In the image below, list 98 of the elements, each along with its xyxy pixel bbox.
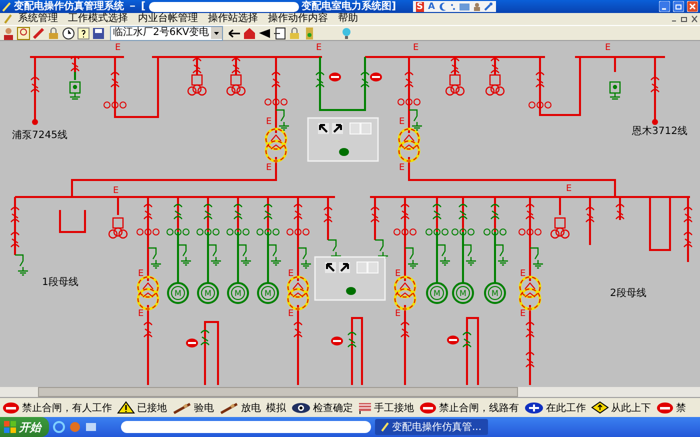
minimize-icon[interactable]	[659, 1, 670, 12]
tester-pole-icon	[219, 402, 239, 414]
legend-button[interactable]: 验电	[172, 400, 214, 414]
caret-icon	[211, 27, 222, 39]
legend-button[interactable]: 放电	[219, 400, 261, 414]
close-icon[interactable]	[687, 1, 698, 12]
menu-item[interactable]: 帮助	[334, 13, 362, 25]
legend-button[interactable]: 禁	[656, 400, 686, 414]
legend-button[interactable]: 手工接地	[358, 400, 414, 414]
bus-mark: E	[266, 163, 272, 173]
prohibit-sign-icon[interactable]	[447, 336, 459, 344]
window-title: 变配电室电力系统图]	[302, 0, 396, 12]
menu-item[interactable]: 工作模式选择	[64, 13, 132, 25]
tester-pole-icon	[172, 402, 192, 414]
menu-item[interactable]: 系统管理	[14, 13, 62, 25]
line-label: 恩木3712线	[632, 126, 688, 137]
bus-mark: E	[399, 117, 405, 127]
bus-mark: E	[395, 309, 401, 319]
bus-mark: E	[288, 309, 294, 319]
ime-key[interactable]: A	[427, 2, 436, 12]
arrow-button-icon[interactable]	[318, 123, 329, 134]
bus-mark: E	[520, 309, 526, 319]
bus-mark: E	[413, 43, 419, 53]
bus-mark: E	[115, 43, 121, 53]
wrench-icon[interactable]	[484, 2, 493, 11]
eye-icon	[291, 402, 311, 414]
menu-item[interactable]: 操作动作内容	[264, 13, 332, 25]
bus-mark: E	[138, 269, 144, 279]
station-dropdown[interactable]: 临江水厂2号6KV变电	[110, 26, 224, 40]
warning-sign-icon	[117, 401, 135, 414]
bus-mark: E	[113, 186, 119, 196]
bus-mark: E	[399, 163, 405, 173]
bus-label: 1段母线	[42, 277, 78, 288]
menu-item[interactable]: 内业台帐管理	[134, 13, 202, 25]
lock-icon[interactable]	[288, 26, 302, 40]
scroll-thumb[interactable]	[38, 387, 518, 397]
arrow-button-icon[interactable]	[325, 262, 336, 273]
bus-mark: E	[316, 43, 322, 53]
motor-symbol: M	[452, 282, 474, 304]
bus-mark: E	[520, 269, 526, 279]
bus-mark: E	[566, 184, 572, 194]
bus-mark: E	[266, 117, 272, 127]
window-title: 变配电操作仿真管理系统 － [	[14, 0, 146, 12]
help-icon[interactable]	[77, 26, 90, 40]
motor-symbol: M	[227, 282, 249, 304]
bus-mark: E	[288, 269, 294, 279]
pencil-icon[interactable]	[32, 26, 45, 40]
browser-icon[interactable]	[53, 421, 65, 433]
dots-icon[interactable]	[450, 2, 456, 11]
motor-symbol: M	[426, 282, 448, 304]
pencil-icon	[381, 422, 389, 432]
close-icon[interactable]	[690, 15, 700, 23]
work-here-sign-icon	[524, 402, 544, 414]
legend-button[interactable]: 禁止合闸，线路有	[419, 400, 519, 414]
bus-mark: E	[138, 309, 144, 319]
arrow-button-icon[interactable]	[332, 123, 343, 134]
legend-button[interactable]: 模拟	[266, 400, 286, 414]
bus-label: 2段母线	[610, 288, 646, 299]
scroll-bar[interactable]	[0, 387, 700, 397]
moon-icon[interactable]	[439, 2, 447, 11]
exit-icon[interactable]	[273, 26, 286, 40]
grounding-flag-icon	[358, 402, 372, 414]
status-lamp-icon	[346, 287, 356, 295]
prohibit-sign-icon[interactable]	[186, 338, 198, 348]
prohibit-sign-icon[interactable]	[329, 72, 341, 82]
line-label: 浦泵7245线	[12, 130, 68, 141]
save-icon[interactable]	[92, 26, 105, 40]
status-lamp-icon	[339, 148, 349, 156]
legend-button[interactable]: 检查确定	[291, 400, 353, 414]
desktop-icon[interactable]	[85, 421, 97, 433]
prohibit-sign-icon	[419, 402, 437, 414]
restore-icon[interactable]	[673, 1, 684, 12]
lightbulb-icon[interactable]	[340, 26, 354, 40]
legend-button[interactable]: 从此上下	[591, 400, 651, 414]
arrow-left-icon[interactable]	[228, 26, 242, 40]
prohibit-sign-icon	[656, 402, 674, 414]
menu-item[interactable]: 操作站选择	[204, 13, 262, 25]
start-button[interactable]: 开始	[0, 417, 49, 437]
bus-mark: E	[395, 269, 401, 279]
windows-logo-icon	[4, 421, 16, 433]
motor-symbol: M	[167, 282, 189, 304]
prohibit-sign-icon	[2, 402, 20, 414]
legend-button[interactable]: 已接地	[117, 400, 167, 414]
arrow-button-icon[interactable]	[339, 262, 350, 273]
taskbar-button[interactable]: 变配电操作仿真管...	[375, 419, 488, 435]
climb-here-sign-icon	[591, 401, 609, 414]
prohibit-sign-icon[interactable]	[370, 72, 382, 82]
bus-mark: E	[605, 43, 611, 53]
legend-button[interactable]: 在此工作	[524, 400, 586, 414]
motor-symbol: M	[484, 282, 506, 304]
lock-icon[interactable]	[47, 26, 60, 40]
legend-button[interactable]: 禁止合闸，有人工作	[2, 400, 112, 414]
ime-key[interactable]: S	[416, 2, 424, 12]
restore-icon[interactable]	[680, 15, 688, 23]
clock-icon[interactable]	[62, 26, 75, 40]
motor-symbol: M	[257, 282, 279, 304]
motor-symbol: M	[197, 282, 219, 304]
prohibit-sign-icon[interactable]	[331, 336, 343, 346]
